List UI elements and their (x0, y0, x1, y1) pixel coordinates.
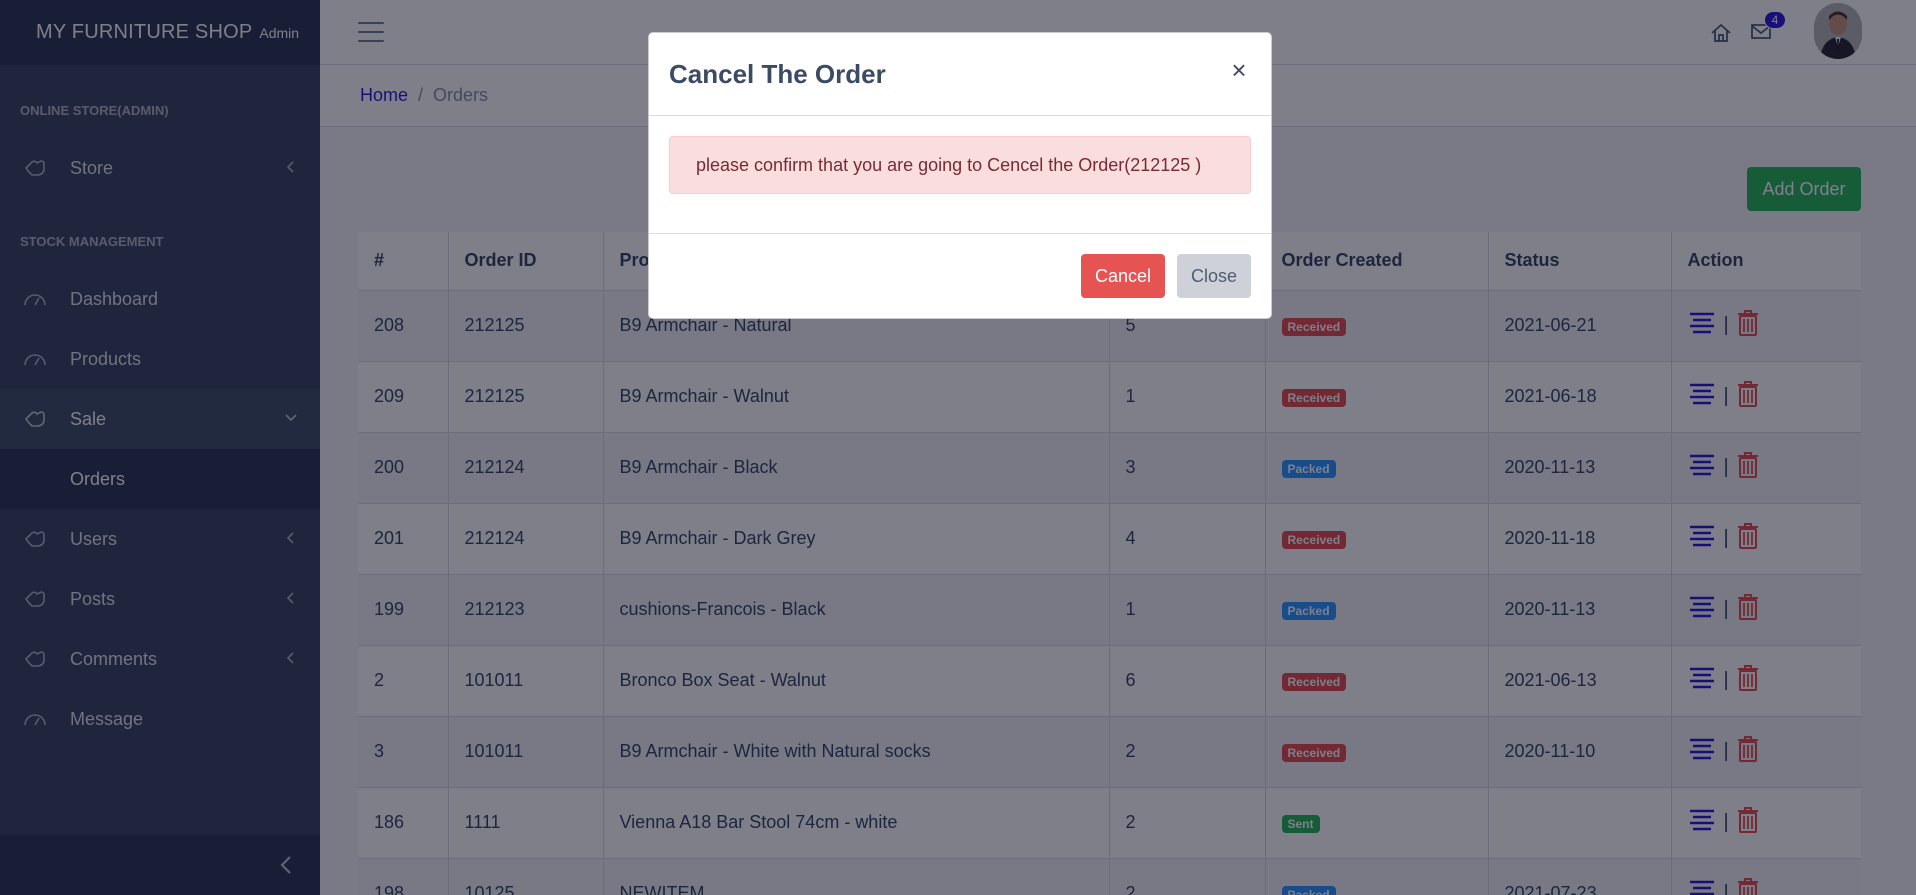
close-icon[interactable]: × (1227, 55, 1251, 85)
modal-title: Cancel The Order (669, 58, 886, 89)
cancel-order-button[interactable]: Cancel (1081, 254, 1165, 298)
modal-header: Cancel The Order × (649, 33, 1271, 116)
close-modal-button[interactable]: Close (1177, 254, 1251, 298)
modal-footer: Cancel Close (649, 234, 1271, 318)
modal-body: please confirm that you are going to Cen… (649, 116, 1271, 234)
confirm-alert: please confirm that you are going to Cen… (669, 136, 1251, 194)
cancel-order-modal: Cancel The Order × please confirm that y… (648, 32, 1272, 319)
